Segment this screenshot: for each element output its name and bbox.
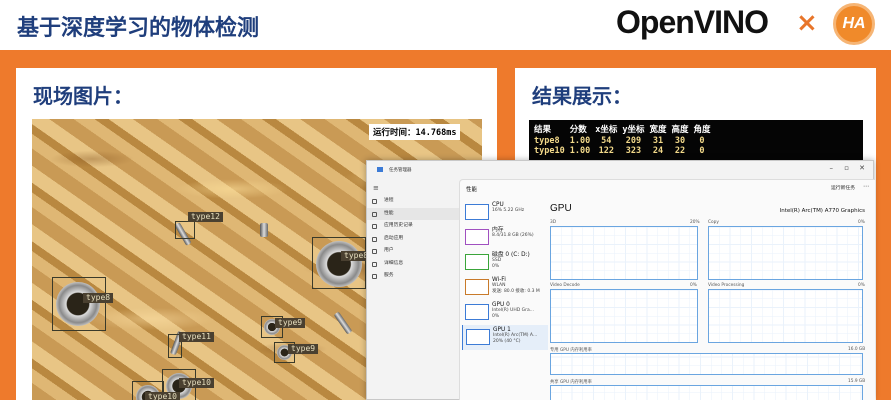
users-icon	[372, 249, 377, 254]
history-icon	[372, 224, 377, 229]
memory-sparkline	[465, 229, 489, 245]
hamburger-menu-icon[interactable]: ≡	[373, 184, 379, 192]
services-icon	[372, 274, 377, 279]
details-icon	[372, 261, 377, 267]
dedicated-mem-graph	[550, 353, 863, 375]
task-manager-window[interactable]: 任务管理器 – ▫ ✕ ≡ 进程 性能 应用历史记录 启动应用 用户 详细信息 …	[366, 160, 875, 400]
graph-label: Video Processing	[708, 283, 745, 288]
table-cell: 0	[699, 136, 705, 146]
detection-box: type11	[168, 332, 214, 358]
nav-item-services[interactable]: 服务	[367, 270, 459, 283]
table-cell: 1.00	[569, 136, 591, 146]
gpu1-sparkline	[466, 329, 490, 345]
graph-pct: 0%	[858, 220, 865, 225]
col-header: y坐标	[622, 125, 645, 135]
gpu-copy-graph	[708, 226, 863, 280]
startup-icon	[372, 236, 377, 242]
resource-memory[interactable]: 内存 8.4/31.8 GB (26%)	[462, 225, 548, 250]
resource-disk[interactable]: 磁盘 0 (C: D:) SSD 0%	[462, 250, 548, 275]
task-manager-nav: 进程 性能 应用历史记录 启动应用 用户 详细信息 服务	[367, 195, 459, 400]
scene-title: 现场图片：	[33, 84, 133, 108]
shared-mem-graph	[550, 385, 863, 400]
minimize-icon[interactable]: –	[830, 164, 834, 172]
dedicated-mem-value: 16.0 GB	[848, 347, 866, 352]
col-header: 高度	[671, 125, 689, 135]
col-header: 宽度	[649, 125, 667, 135]
close-icon[interactable]: ✕	[859, 164, 865, 172]
graph-pct: 20%	[690, 220, 700, 225]
home-assistant-logo: HA	[833, 3, 875, 45]
resource-wifi[interactable]: Wi-Fi WLAN 发送: 80.0 接收: 0.3 M	[462, 275, 548, 300]
window-title: 任务管理器	[389, 168, 412, 173]
col-header: 角度	[693, 125, 711, 135]
task-manager-icon	[377, 167, 383, 172]
processes-icon	[372, 199, 377, 204]
table-cell: 0	[699, 146, 705, 156]
graph-pct: 0%	[858, 283, 865, 288]
gpu-video-decode-graph	[550, 289, 698, 343]
resource-list: CPU 16% 5.22 GHz 内存 8.4/31.8 GB (26%) 磁盘 0…	[462, 200, 548, 350]
table-cell: 54	[601, 136, 612, 146]
gpu-3d-graph	[550, 226, 698, 280]
table-row: type10 1.00 122 323 24 22 0	[534, 146, 716, 156]
screw-object	[260, 223, 268, 237]
graph-pct: 0%	[690, 283, 697, 288]
graph-label: Copy	[708, 220, 719, 225]
gpu-video-processing-graph	[708, 289, 863, 343]
gpu-model: Intel(R) Arc(TM) A770 Graphics	[779, 208, 865, 214]
table-cell: 30	[674, 136, 686, 146]
performance-icon	[372, 211, 377, 217]
resource-cpu[interactable]: CPU 16% 5.22 GHz	[462, 200, 548, 225]
wifi-sparkline	[465, 279, 489, 295]
nav-item-users[interactable]: 用户	[367, 245, 459, 258]
result-title: 结果展示：	[532, 84, 632, 108]
pane-title: 性能	[466, 187, 478, 193]
nav-item-details[interactable]: 详细信息	[367, 258, 459, 271]
gpu0-sparkline	[465, 304, 489, 320]
results-table: 结果 分数 x坐标 y坐标 宽度 高度 角度 type8 1.00 54 209…	[529, 120, 863, 162]
table-cell: 1.00	[569, 146, 591, 156]
detection-box: type9	[274, 342, 319, 363]
table-cell: 31	[652, 136, 664, 146]
cpu-sparkline	[465, 204, 489, 220]
table-cell: 323	[625, 146, 642, 156]
disk-sparkline	[465, 254, 489, 270]
performance-pane: 性能 运行新任务 ⋯ CPU 16% 5.22 GHz 内存 8.4/31.8 GB…	[459, 179, 875, 400]
more-options-icon[interactable]: ⋯	[863, 183, 869, 190]
nav-item-startup-apps[interactable]: 启动应用	[367, 233, 459, 246]
gpu-title: GPU	[550, 203, 572, 214]
graph-label: Video Decode	[550, 283, 580, 288]
table-cell: type10	[534, 146, 565, 156]
col-header: 结果	[534, 125, 552, 135]
graph-label: 3D	[550, 220, 557, 225]
shared-mem-value: 15.9 GB	[848, 379, 866, 384]
table-cell: 209	[625, 136, 642, 146]
page-title: 基于深度学习的物体检测	[17, 16, 260, 41]
run-new-task-button[interactable]: 运行新任务	[831, 184, 855, 191]
table-cell: type8	[534, 136, 560, 146]
maximize-icon[interactable]: ▫	[844, 164, 849, 172]
table-cell: 22	[674, 146, 686, 156]
openvino-logo: OpenVINO	[616, 4, 769, 40]
detection-box: type12	[175, 212, 223, 239]
detection-box: type9	[261, 316, 306, 338]
table-cell: 122	[598, 146, 614, 156]
slide: 基于深度学习的物体检测 OpenVINO × HA 现场图片： 结果展示： 运行…	[0, 0, 891, 400]
nav-item-processes[interactable]: 进程	[367, 195, 459, 208]
resource-gpu0[interactable]: GPU 0 Intel(R) UHD Gra... 0%	[462, 300, 548, 325]
table-cell: 24	[652, 146, 664, 156]
detection-box: type8	[52, 277, 114, 331]
table-row: type8 1.00 54 209 31 30 0	[534, 136, 716, 146]
runtime-label: 运行时间：14.768ms	[369, 124, 461, 140]
nav-item-performance[interactable]: 性能	[367, 207, 459, 220]
resource-gpu1[interactable]: GPU 1 Intel(R) Arc(TM) A... 20% (40 °C)	[462, 325, 548, 350]
col-header: x坐标	[595, 125, 618, 135]
screw-object	[333, 311, 353, 335]
nav-item-app-history[interactable]: 应用历史记录	[367, 220, 459, 233]
col-header: 分数	[569, 125, 587, 135]
detection-box: type8	[312, 237, 372, 289]
header: 基于深度学习的物体检测 OpenVINO × HA	[0, 0, 891, 50]
detection-box: type10	[132, 381, 180, 400]
times-sign: ×	[796, 8, 818, 38]
